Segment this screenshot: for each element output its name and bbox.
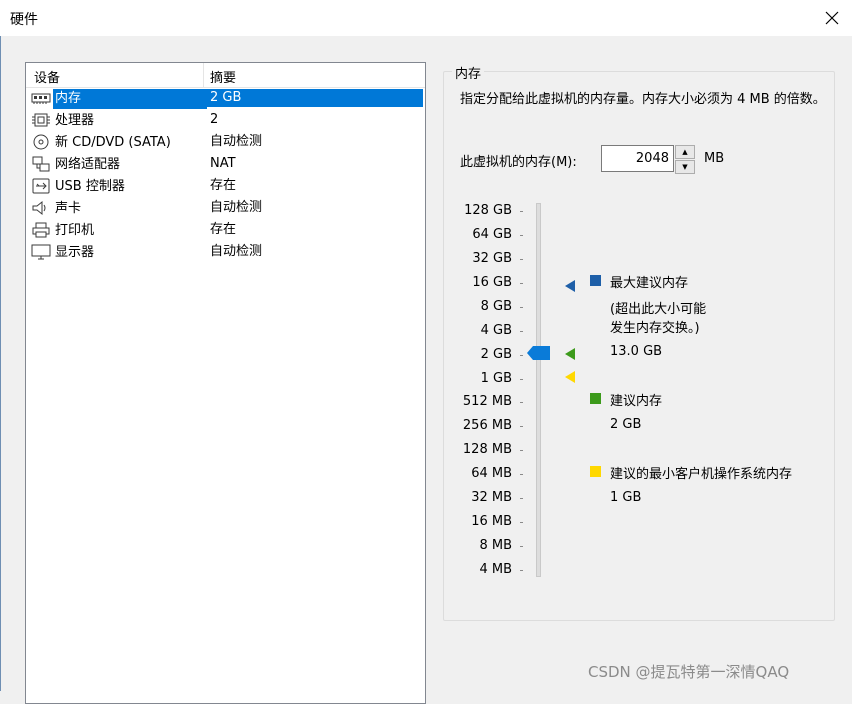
min-memory-swatch bbox=[590, 466, 601, 477]
tick-mark bbox=[520, 307, 523, 308]
memory-slider-track[interactable] bbox=[536, 203, 541, 577]
tick-label: 64 MB bbox=[471, 466, 512, 481]
tick-mark bbox=[520, 235, 523, 236]
spin-up-button[interactable]: ▲ bbox=[675, 145, 695, 159]
device-summary: 存在 bbox=[210, 222, 237, 237]
memory-input[interactable]: 2048 bbox=[601, 145, 674, 172]
device-summary: 自动检测 bbox=[210, 200, 263, 215]
network-icon bbox=[32, 156, 50, 172]
device-label: 处理器 bbox=[55, 113, 95, 128]
device-row-display[interactable]: 显示器 自动检测 bbox=[27, 242, 423, 263]
tick-label: 2 GB bbox=[480, 347, 512, 362]
tick-mark bbox=[520, 379, 523, 380]
printer-icon bbox=[32, 222, 50, 238]
device-row-cd-dvd[interactable]: 新 CD/DVD (SATA) 自动检测 bbox=[27, 132, 423, 153]
min-memory-marker bbox=[565, 371, 575, 383]
device-label: 打印机 bbox=[55, 223, 95, 238]
device-row-sound[interactable]: 声卡 自动检测 bbox=[27, 198, 423, 219]
tick-label: 4 GB bbox=[480, 323, 512, 338]
tick-mark bbox=[520, 522, 523, 523]
cd-dvd-icon bbox=[33, 134, 49, 150]
tick-label: 16 GB bbox=[472, 275, 512, 290]
title-bar: 硬件 bbox=[0, 0, 852, 36]
max-memory-note: 发生内存交换。) bbox=[610, 321, 700, 336]
min-memory-title: 建议的最小客户机操作系统内存 bbox=[610, 467, 793, 482]
device-summary: 存在 bbox=[210, 178, 237, 193]
tick-label: 512 MB bbox=[462, 394, 512, 409]
device-summary: 2 GB bbox=[204, 89, 423, 107]
monitor-icon bbox=[31, 244, 51, 260]
device-row-memory[interactable]: 内存 2 GB bbox=[27, 88, 423, 109]
memory-icon bbox=[31, 93, 51, 104]
device-row-processor[interactable]: 处理器 2 bbox=[27, 110, 423, 131]
memory-spinner[interactable]: ▲ ▼ bbox=[675, 145, 695, 174]
device-label: 内存 bbox=[53, 89, 207, 109]
tick-label: 128 MB bbox=[462, 442, 512, 457]
device-label: 网络适配器 bbox=[55, 157, 121, 172]
recommended-memory-marker bbox=[565, 348, 575, 360]
tick-label: 256 MB bbox=[462, 418, 512, 433]
device-list-header: 设备 摘要 bbox=[26, 63, 425, 88]
tick-label: 4 MB bbox=[479, 562, 512, 577]
cpu-icon bbox=[32, 113, 50, 127]
tick-mark bbox=[520, 211, 523, 212]
window-title: 硬件 bbox=[10, 12, 38, 28]
min-memory-value: 1 GB bbox=[610, 490, 642, 505]
max-memory-value: 13.0 GB bbox=[610, 344, 663, 359]
spin-down-button[interactable]: ▼ bbox=[675, 160, 695, 174]
device-label: USB 控制器 bbox=[55, 179, 125, 194]
max-memory-marker bbox=[565, 280, 575, 292]
device-summary: 自动检测 bbox=[210, 134, 263, 149]
close-button[interactable] bbox=[812, 0, 852, 36]
memory-field-label: 此虚拟机的内存(M): bbox=[460, 155, 577, 170]
column-header-device[interactable]: 设备 bbox=[34, 67, 60, 86]
close-icon bbox=[825, 11, 839, 25]
column-divider[interactable] bbox=[203, 63, 204, 87]
tick-mark bbox=[520, 426, 523, 427]
memory-group-title: 内存 bbox=[452, 63, 485, 82]
memory-slider-thumb[interactable] bbox=[527, 346, 550, 360]
device-label: 显示器 bbox=[55, 245, 95, 260]
tick-mark bbox=[520, 355, 523, 356]
tick-mark bbox=[520, 259, 523, 260]
device-label: 声卡 bbox=[55, 201, 82, 216]
usb-icon bbox=[32, 178, 50, 194]
tick-mark bbox=[520, 546, 523, 547]
window-border bbox=[0, 36, 1, 691]
tick-mark bbox=[520, 450, 523, 451]
tick-mark bbox=[520, 474, 523, 475]
memory-unit: MB bbox=[704, 151, 725, 166]
recommended-memory-swatch bbox=[590, 393, 601, 404]
max-memory-title: 最大建议内存 bbox=[610, 276, 689, 291]
device-row-usb[interactable]: USB 控制器 存在 bbox=[27, 176, 423, 197]
recommended-memory-title: 建议内存 bbox=[610, 394, 663, 409]
tick-label: 1 GB bbox=[480, 371, 512, 386]
tick-mark bbox=[520, 498, 523, 499]
tick-label: 8 MB bbox=[479, 538, 512, 553]
device-row-network[interactable]: 网络适配器 NAT bbox=[27, 154, 423, 175]
max-memory-swatch bbox=[590, 275, 601, 286]
recommended-memory-value: 2 GB bbox=[610, 417, 642, 432]
tick-label: 16 MB bbox=[471, 514, 512, 529]
max-memory-note: (超出此大小可能 bbox=[610, 302, 707, 317]
tick-mark bbox=[520, 283, 523, 284]
device-list[interactable]: 设备 摘要 内存 2 GB 处理器 2 新 CD/DVD (SATA) 自动检测 bbox=[25, 62, 426, 704]
watermark: CSDN @提瓦特第一深情QAQ bbox=[588, 663, 790, 681]
device-summary: 2 bbox=[210, 112, 219, 127]
speaker-icon bbox=[32, 200, 46, 216]
memory-description: 指定分配给此虚拟机的内存量。内存大小必须为 4 MB 的倍数。 bbox=[460, 92, 826, 107]
device-row-printer[interactable]: 打印机 存在 bbox=[27, 220, 423, 241]
tick-label: 8 GB bbox=[480, 299, 512, 314]
device-summary: 自动检测 bbox=[210, 244, 263, 259]
tick-label: 128 GB bbox=[464, 203, 512, 218]
column-header-summary[interactable]: 摘要 bbox=[210, 67, 236, 86]
tick-mark bbox=[520, 331, 523, 332]
tick-label: 32 GB bbox=[472, 251, 512, 266]
device-summary: NAT bbox=[210, 156, 236, 171]
tick-mark bbox=[520, 570, 523, 571]
device-label: 新 CD/DVD (SATA) bbox=[55, 135, 171, 150]
tick-label: 64 GB bbox=[472, 227, 512, 242]
tick-mark bbox=[520, 402, 523, 403]
tick-label: 32 MB bbox=[471, 490, 512, 505]
